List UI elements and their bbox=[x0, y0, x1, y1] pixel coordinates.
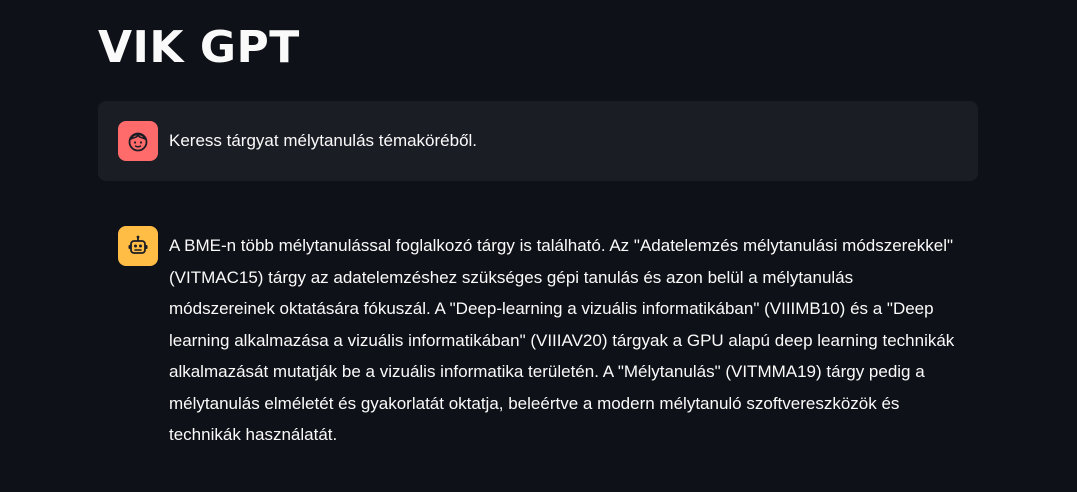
robot-icon bbox=[128, 235, 148, 254]
page-title: VIK GPT bbox=[98, 22, 300, 73]
assistant-avatar bbox=[118, 226, 158, 266]
assistant-message-text: A BME-n több mélytanulással foglalkozó t… bbox=[169, 236, 955, 444]
user-face-icon bbox=[128, 132, 148, 152]
user-avatar bbox=[118, 121, 158, 161]
user-message: Keress tárgyat mélytanulás témaköréből. bbox=[98, 101, 978, 181]
user-message-text: Keress tárgyat mélytanulás témaköréből. bbox=[169, 131, 478, 150]
assistant-message: A BME-n több mélytanulással foglalkozó t… bbox=[98, 210, 978, 467]
